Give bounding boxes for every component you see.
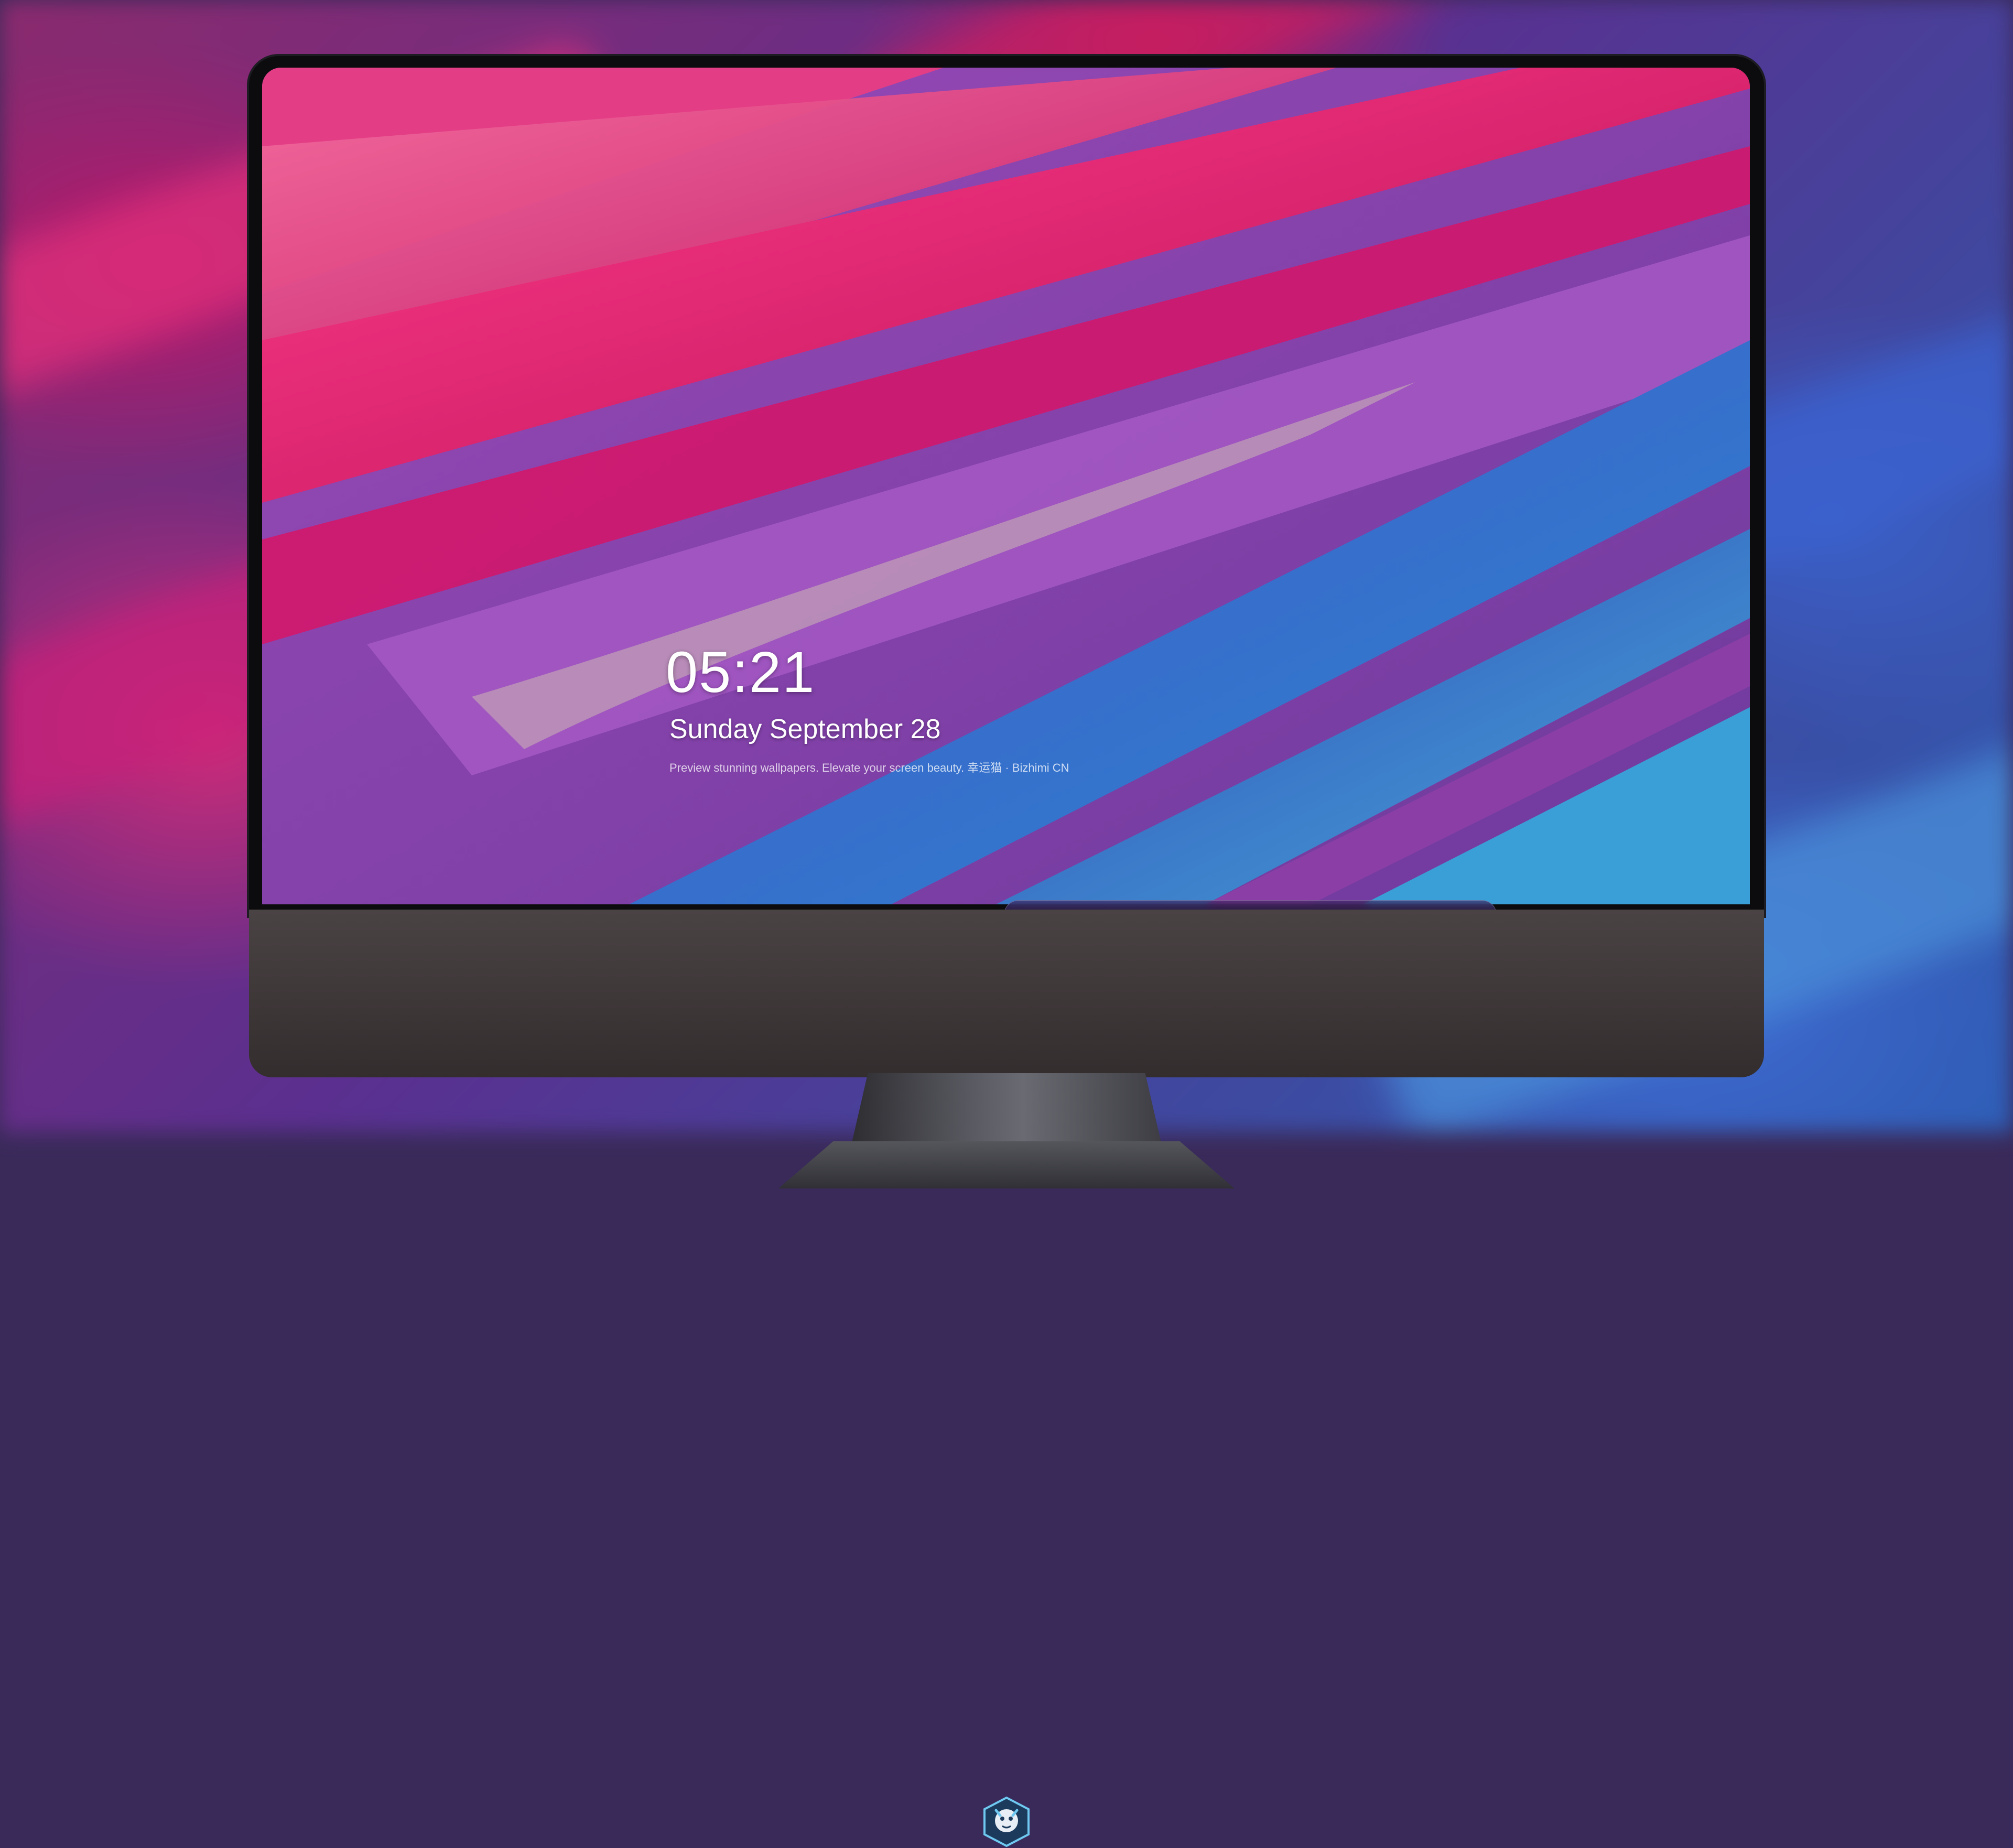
desktop-screen: 05:21 Sunday September 28 Preview stunni…: [262, 68, 1750, 904]
dragon-logo-icon: [983, 1796, 1030, 1847]
imac-monitor: 05:21 Sunday September 28 Preview stunni…: [249, 56, 1764, 1847]
wallpaper-tagline: Preview stunning wallpapers. Elevate you…: [669, 761, 1069, 774]
wallpaper: [262, 68, 1750, 904]
monitor-stand-foot: [778, 1141, 1235, 1188]
lock-screen-time: 05:21: [666, 640, 816, 705]
monitor-chin: [249, 910, 1764, 1847]
lock-screen-date: Sunday September 28: [669, 714, 941, 744]
